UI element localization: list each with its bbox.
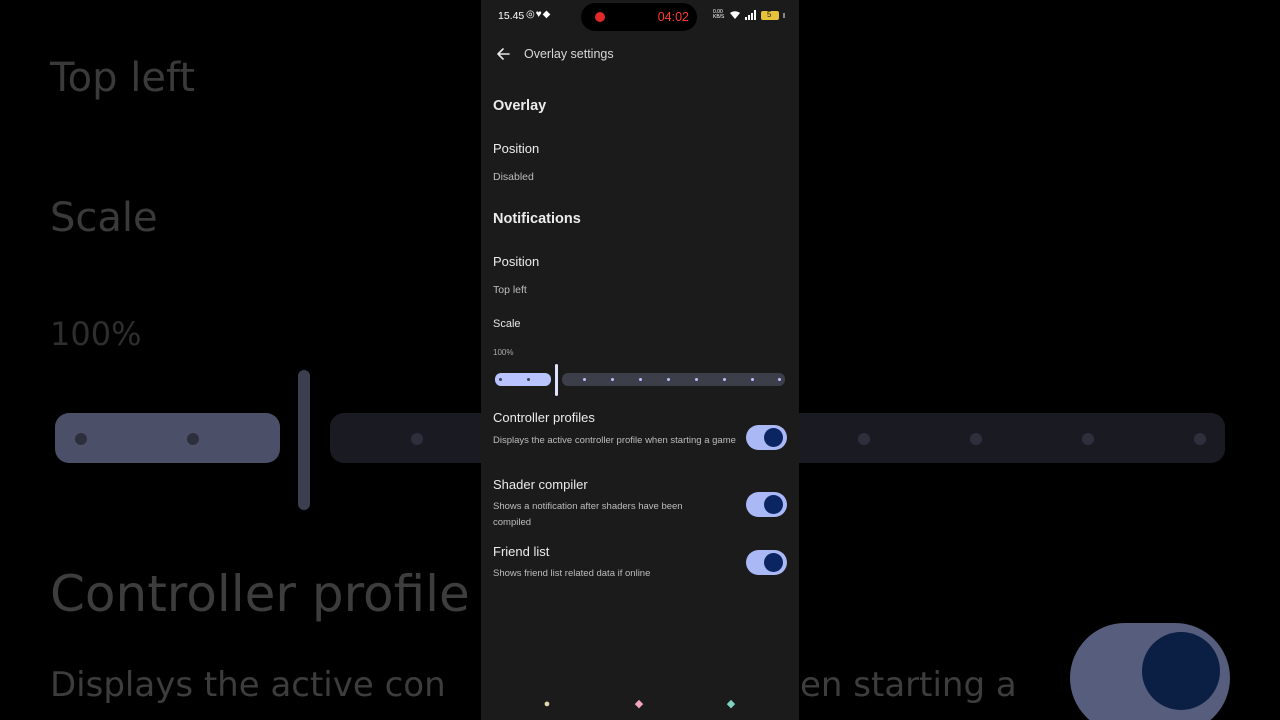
notification-icons: ◎♥◆ [526, 9, 551, 20]
controller-profiles-toggle[interactable] [746, 425, 787, 450]
scale-value: 100% [493, 348, 514, 357]
heart-icon: ♥ [535, 9, 543, 20]
overlay-position-setting[interactable]: Position Disabled [481, 132, 799, 188]
slider-active-track [495, 373, 551, 386]
bg-slider-dot [187, 433, 199, 445]
bg-slider-dot [858, 433, 870, 445]
bg-position-value: Top left [50, 55, 195, 101]
setting-description: Shows friend list related data if online [493, 568, 651, 579]
battery-icon: 5 [761, 9, 779, 20]
notification-position-label: Position [493, 254, 540, 269]
toggle-knob [764, 495, 783, 514]
screen-recording-pill[interactable]: 04:02 [581, 3, 697, 31]
bg-slider-thumb [298, 370, 310, 510]
app-bar: Overlay settings [481, 38, 799, 70]
shader-compiler-toggle[interactable] [746, 492, 787, 517]
overlay-position-value: Disabled [493, 171, 534, 183]
status-right-icons: 0.00 KB/S 5 [713, 10, 785, 20]
bg-slider-dot [970, 433, 982, 445]
status-bar: 15.45 ◎♥◆ 04:02 0.00 KB/S 5 [481, 0, 799, 34]
setting-title: Friend list [493, 544, 550, 559]
slider-tick [527, 378, 530, 381]
overlay-position-label: Position [493, 141, 540, 156]
bg-controller-desc-right: en starting a [800, 665, 1017, 705]
setting-controller-profiles[interactable]: Controller profiles Displays the active … [481, 405, 799, 467]
bg-controller-desc-left: Displays the active con [50, 665, 446, 705]
slider-tick [611, 378, 614, 381]
bg-slider-fill [55, 413, 280, 463]
slider-tick [751, 378, 754, 381]
phone-screen: 15.45 ◎♥◆ 04:02 0.00 KB/S 5 Overlay sett… [481, 0, 799, 720]
friend-list-toggle[interactable] [746, 550, 787, 575]
setting-description: Shows a notification after shaders have … [493, 501, 683, 528]
candy-icon[interactable]: ◆ [631, 696, 647, 712]
notifications-section-title: Notifications [493, 211, 581, 227]
battery-level: 5 [767, 9, 772, 19]
whatsapp-icon: ◎ [526, 9, 536, 20]
arrow-left-icon [497, 48, 510, 60]
setting-friend-list[interactable]: Friend list Shows friend list related da… [481, 539, 799, 589]
wifi-icon [730, 11, 740, 19]
bg-slider-dot [1082, 433, 1094, 445]
setting-description: Displays the active controller profile w… [493, 435, 736, 446]
bg-slider-dot [1194, 433, 1206, 445]
slider-tick [778, 378, 781, 381]
slider-tick [499, 378, 502, 381]
bg-controller-title: Controller profile [50, 565, 470, 623]
bg-slider-dot [411, 433, 423, 445]
toggle-knob [764, 428, 783, 447]
bg-scale-label: Scale [50, 195, 158, 241]
scale-label: Scale [493, 318, 521, 330]
setting-title: Shader compiler [493, 477, 588, 492]
navigation-bar: ● ◆ ◆ [481, 690, 799, 720]
slider-tick [723, 378, 726, 381]
slider-tick [583, 378, 586, 381]
overlay-section-title: Overlay [493, 98, 547, 114]
slider-tick [667, 378, 670, 381]
back-button[interactable] [489, 40, 517, 68]
recording-time: 04:02 [657, 10, 689, 24]
network-speed-icon: 0.00 KB/S [713, 9, 725, 20]
setting-title: Controller profiles [493, 410, 595, 425]
slider-tick [695, 378, 698, 381]
leaf-icon[interactable]: ◆ [723, 696, 739, 712]
setting-shader-compiler[interactable]: Shader compiler Shows a notification aft… [481, 472, 799, 534]
game-controller-icon: ◆ [542, 9, 552, 20]
shell-icon[interactable]: ● [539, 696, 555, 712]
4g-signal-icon [745, 10, 756, 20]
notification-position-setting[interactable]: Position Top left [481, 245, 799, 301]
notification-position-value: Top left [493, 284, 527, 296]
bg-scale-value: 100% [50, 315, 142, 353]
bg-toggle-knob [1142, 632, 1220, 710]
slider-thumb[interactable] [555, 364, 558, 396]
status-time: 15.45 [498, 10, 525, 22]
toggle-knob [764, 553, 783, 572]
bg-slider-dot [75, 433, 87, 445]
record-icon [595, 12, 605, 22]
page-title: Overlay settings [524, 47, 614, 61]
slider-tick [639, 378, 642, 381]
battery-tip [783, 12, 785, 18]
